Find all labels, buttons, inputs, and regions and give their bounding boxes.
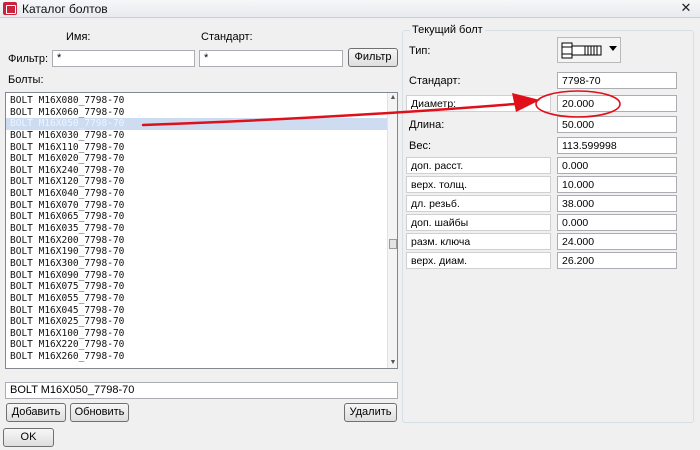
list-item[interactable]: BOLT M16X025_7798-70 (6, 316, 388, 328)
list-item[interactable]: BOLT M16X200_7798-70 (6, 235, 388, 247)
ok-button[interactable]: OK (3, 428, 54, 447)
filter-label: Фильтр: (8, 53, 49, 65)
current-bolt-title: Текущий болт (410, 24, 485, 36)
prop-value-field[interactable]: 38.000 (557, 195, 677, 212)
list-item[interactable]: BOLT M16X240_7798-70 (6, 165, 388, 177)
current-bolt-name-field[interactable]: BOLT M16X050_7798-70 (5, 382, 398, 399)
bolt-list[interactable]: BOLT M16X080_7798-70 BOLT M16X060_7798-70… (5, 92, 398, 369)
list-item[interactable]: BOLT M16X030_7798-70 (6, 130, 388, 142)
update-button[interactable]: Обновить (70, 403, 129, 422)
prop-label: верх. толщ. (406, 176, 551, 193)
weight-label: Вес: (409, 140, 432, 152)
prop-value-field[interactable]: 26.200 (557, 252, 677, 269)
chevron-down-icon[interactable] (609, 46, 617, 51)
list-item[interactable]: BOLT M16X075_7798-70 (6, 281, 388, 293)
standard-column-header: Стандарт: (201, 31, 253, 43)
list-item[interactable]: BOLT M16X035_7798-70 (6, 223, 388, 235)
list-item[interactable]: BOLT M16X020_7798-70 (6, 153, 388, 165)
list-item[interactable]: BOLT M16X110_7798-70 (6, 142, 388, 154)
list-item[interactable]: BOLT M16X100_7798-70 (6, 328, 388, 340)
standard-label: Стандарт: (409, 75, 461, 87)
prop-label: верх. диам. (406, 252, 551, 269)
type-combobox[interactable] (557, 37, 621, 63)
delete-button[interactable]: Удалить (344, 403, 397, 422)
list-item[interactable]: BOLT M16X055_7798-70 (6, 293, 388, 305)
bolts-label: Болты: (8, 74, 44, 86)
list-item[interactable]: BOLT M16X080_7798-70 (6, 95, 388, 107)
list-item[interactable]: BOLT M16X060_7798-70 (6, 107, 388, 119)
filter-button[interactable]: Фильтр (348, 48, 398, 67)
standard-value-field[interactable]: 7798-70 (557, 72, 677, 89)
weight-value-field[interactable]: 113.599998 (557, 137, 677, 154)
type-label: Тип: (409, 45, 431, 57)
prop-value-field[interactable]: 0.000 (557, 214, 677, 231)
scroll-down-arrow-icon[interactable]: ▼ (389, 359, 397, 367)
list-item[interactable]: BOLT M16X050_7798-70 (6, 118, 388, 130)
list-item[interactable]: BOLT M16X190_7798-70 (6, 246, 388, 258)
length-label: Длина: (409, 119, 445, 131)
list-item[interactable]: BOLT M16X220_7798-70 (6, 339, 388, 351)
list-item[interactable]: BOLT M16X065_7798-70 (6, 211, 388, 223)
scroll-thumb[interactable] (389, 239, 397, 249)
list-item[interactable]: BOLT M16X090_7798-70 (6, 270, 388, 282)
prop-value-field[interactable]: 24.000 (557, 233, 677, 250)
prop-label: доп. расст. (406, 157, 551, 174)
title-bar: Каталог болтов ✕ (0, 0, 700, 18)
bolt-list-items: BOLT M16X080_7798-70 BOLT M16X060_7798-70… (6, 95, 388, 363)
prop-label: дл. резьб. (406, 195, 551, 212)
bolt-list-scrollbar[interactable]: ▲ ▼ (387, 93, 397, 368)
prop-label: доп. шайбы (406, 214, 551, 231)
list-item[interactable]: BOLT M16X070_7798-70 (6, 200, 388, 212)
name-filter-input[interactable]: * (52, 50, 195, 67)
bolt-icon (561, 42, 602, 59)
window-title: Каталог болтов (22, 2, 108, 16)
diameter-value-field[interactable]: 20.000 (557, 95, 677, 112)
scroll-up-arrow-icon[interactable]: ▲ (389, 94, 397, 102)
length-value-field[interactable]: 50.000 (557, 116, 677, 133)
add-button[interactable]: Добавить (6, 403, 66, 422)
diameter-label: Диаметр: (406, 95, 551, 112)
close-icon[interactable]: ✕ (678, 1, 694, 16)
app-icon (3, 2, 17, 15)
list-item[interactable]: BOLT M16X260_7798-70 (6, 351, 388, 363)
name-column-header: Имя: (66, 31, 91, 43)
list-item[interactable]: BOLT M16X040_7798-70 (6, 188, 388, 200)
prop-value-field[interactable]: 0.000 (557, 157, 677, 174)
list-item[interactable]: BOLT M16X120_7798-70 (6, 176, 388, 188)
list-item[interactable]: BOLT M16X045_7798-70 (6, 305, 388, 317)
standard-filter-input[interactable]: * (199, 50, 343, 67)
prop-value-field[interactable]: 10.000 (557, 176, 677, 193)
prop-label: разм. ключа (406, 233, 551, 250)
list-item[interactable]: BOLT M16X300_7798-70 (6, 258, 388, 270)
